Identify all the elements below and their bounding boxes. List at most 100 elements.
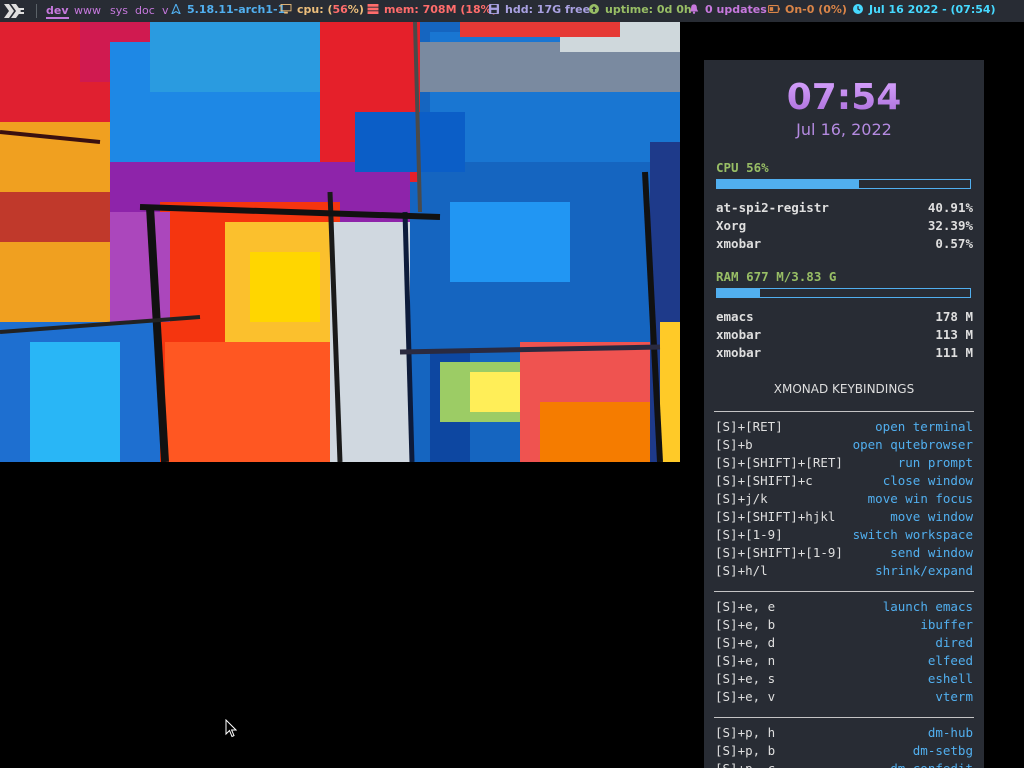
disk-text: hdd: 17G free — [505, 3, 591, 16]
ram-heading: RAM 677 M/3.83 G — [716, 269, 837, 284]
ram-usage-bar-fill — [717, 289, 760, 297]
bell-icon — [689, 4, 699, 14]
updates-text: 0 updates — [705, 3, 767, 16]
workspace-www[interactable]: www — [74, 4, 101, 17]
keybinding-key: [S]+e, s — [715, 671, 776, 686]
keybindings-title: XMONAD KEYBINDINGS — [773, 382, 915, 396]
updates-module[interactable]: 0 updates — [688, 0, 767, 22]
workspace-sys[interactable]: sys — [110, 4, 128, 17]
keybinding-row: [S]+e, e launch emacs — [715, 599, 973, 617]
cpu-process-row: at-spi2-registr 40.91% — [716, 200, 973, 215]
keybinding-action: close window — [882, 473, 973, 488]
uptime-module: uptime: 0d 0h — [588, 0, 692, 22]
xmobar-status-bar: dev www sys doc v 5.18.11-arch1-1 cpu: (… — [0, 0, 1024, 22]
uptime-text: uptime: 0d 0h — [605, 3, 692, 16]
keybinding-action: dm-setbg — [912, 743, 973, 758]
workspace-doc[interactable]: doc — [135, 4, 155, 17]
keybinding-key: [S]+[SHIFT]+hjkl — [715, 509, 836, 524]
keybinding-row: [S]+[1-9] switch workspace — [715, 527, 973, 545]
ram-process-row: emacs 178 M — [716, 309, 973, 324]
cpu-usage-bar-fill — [717, 180, 859, 188]
battery-text: On-0 (0%) — [785, 3, 847, 16]
keybinding-row: [S]+e, d dired — [715, 635, 973, 653]
keybinding-key: [S]+[1-9] — [715, 527, 783, 542]
keybindings-divider — [714, 591, 974, 592]
keybinding-row: [S]+e, v vterm — [715, 689, 973, 707]
keybinding-key: [S]+[RET] — [715, 419, 783, 434]
keybinding-key: [S]+[SHIFT]+c — [715, 473, 813, 488]
ram-process-row: xmobar 111 M — [716, 345, 973, 360]
conky-system-panel: 07:54 Jul 16, 2022 CPU 56% at-spi2-regis… — [704, 60, 984, 768]
cpu-process-row: xmobar 0.57% — [716, 236, 973, 251]
keybinding-key: [S]+h/l — [715, 563, 768, 578]
keybinding-row: [S]+[SHIFT]+hjkl move window — [715, 509, 973, 527]
datetime-module[interactable]: Jul 16 2022 - (07:54) — [852, 0, 996, 22]
keybinding-action: open qutebrowser — [852, 437, 973, 452]
cpu-process-row: Xorg 32.39% — [716, 218, 973, 233]
keybinding-key: [S]+[SHIFT]+[RET] — [715, 455, 843, 470]
keybinding-action: dm-confedit — [890, 761, 973, 768]
arrow-up-circle-icon — [589, 4, 599, 14]
clock-date: Jul 16, 2022 — [796, 120, 892, 139]
keybinding-key: [S]+e, n — [715, 653, 776, 668]
keybinding-row: [S]+[SHIFT]+c close window — [715, 473, 973, 491]
keybinding-action: launch emacs — [882, 599, 973, 614]
keybinding-key: [S]+p, h — [715, 725, 776, 740]
keybinding-action: vterm — [935, 689, 973, 704]
keybinding-key: [S]+e, b — [715, 617, 776, 632]
disk-module: hdd: 17G free — [488, 0, 590, 22]
bar-separator — [36, 4, 37, 18]
keybinding-key: [S]+[SHIFT]+[1-9] — [715, 545, 843, 560]
keybinding-key: [S]+e, v — [715, 689, 776, 704]
keybinding-key: [S]+e, d — [715, 635, 776, 650]
xmonad-logo-icon[interactable] — [3, 3, 25, 19]
keybinding-row: [S]+h/l shrink/expand — [715, 563, 973, 581]
keybinding-row: [S]+j/k move win focus — [715, 491, 973, 509]
workspace-v[interactable]: v — [162, 4, 169, 17]
keybinding-action: run prompt — [897, 455, 973, 470]
keybinding-row: [S]+p, c dm-confedit — [715, 761, 973, 768]
keybinding-row: [S]+[RET] open terminal — [715, 419, 973, 437]
keybinding-row: [S]+e, s eshell — [715, 671, 973, 689]
keybinding-action: switch workspace — [852, 527, 973, 542]
cpu-module: cpu: (56%) — [280, 0, 364, 22]
abstract-painting-image — [0, 22, 680, 462]
keybindings-divider — [714, 411, 974, 412]
keybinding-action: elfeed — [927, 653, 973, 668]
keybinding-action: dired — [935, 635, 973, 650]
arch-linux-icon — [171, 4, 181, 14]
battery-icon — [768, 5, 780, 13]
keybinding-action: move win focus — [867, 491, 973, 506]
ram-usage-bar — [716, 288, 971, 298]
battery-module: On-0 (0%) — [768, 0, 847, 22]
cpu-suffix: %) — [347, 3, 364, 16]
datetime-text: Jul 16 2022 - (07:54) — [869, 3, 996, 16]
keybinding-key: [S]+b — [715, 437, 753, 452]
keybinding-key: [S]+j/k — [715, 491, 768, 506]
keybinding-action: dm-hub — [927, 725, 973, 740]
clock-time: 07:54 — [704, 77, 984, 118]
keybinding-key: [S]+p, c — [715, 761, 775, 768]
keybindings-divider — [714, 717, 974, 718]
memory-text: mem: 708M (18%) — [384, 3, 497, 16]
monitor-icon — [280, 4, 292, 14]
cpu-heading: CPU 56% — [716, 160, 769, 175]
keybinding-row: [S]+e, b ibuffer — [715, 617, 973, 635]
keybinding-action: move window — [890, 509, 973, 524]
keybinding-row: [S]+p, h dm-hub — [715, 725, 973, 743]
keybinding-action: eshell — [927, 671, 973, 686]
keybinding-action: open terminal — [875, 419, 973, 434]
keybinding-action: send window — [890, 545, 973, 560]
memory-icon — [367, 4, 379, 14]
keybinding-action: shrink/expand — [875, 563, 973, 578]
keybinding-row: [S]+p, b dm-setbg — [715, 743, 973, 761]
cpu-usage-bar — [716, 179, 971, 189]
keybinding-action: ibuffer — [920, 617, 973, 632]
floppy-disk-icon — [489, 4, 499, 14]
cpu-value: 56 — [332, 3, 348, 16]
keybinding-key: [S]+p, b — [715, 743, 776, 758]
keybinding-row: [S]+[SHIFT]+[RET] run prompt — [715, 455, 973, 473]
workspace-dev[interactable]: dev — [46, 4, 69, 19]
keybinding-row: [S]+b open qutebrowser — [715, 437, 973, 455]
keybinding-key: [S]+e, e — [715, 599, 776, 614]
